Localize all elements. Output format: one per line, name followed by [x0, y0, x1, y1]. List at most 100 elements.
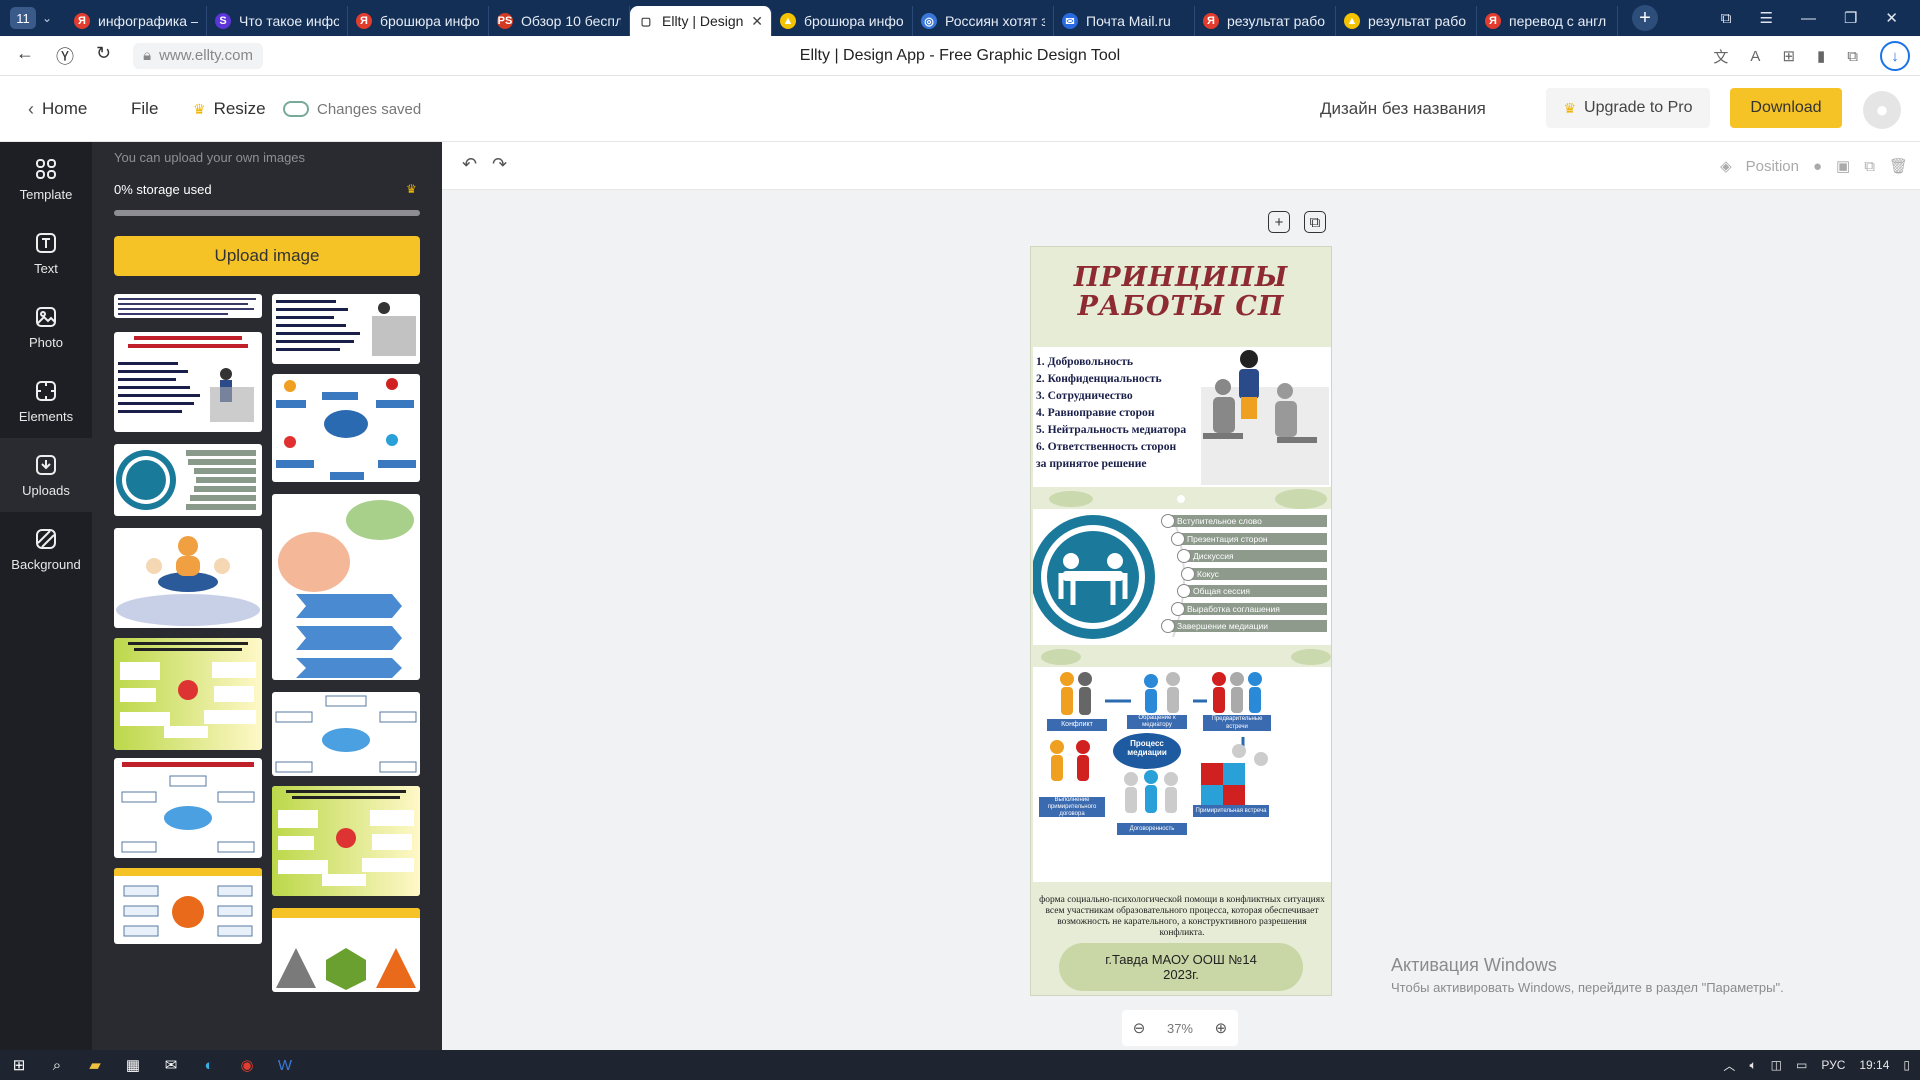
uploaded-image-service-scheme[interactable]	[272, 692, 420, 776]
zoom-in-icon[interactable]: ⊕	[1215, 1019, 1228, 1037]
position-button[interactable]: Position	[1746, 158, 1799, 175]
uploaded-image-round-table[interactable]	[114, 528, 262, 628]
uploaded-image-when-to-apply[interactable]	[114, 638, 262, 750]
duplicate-icon[interactable]: ⧉	[1864, 158, 1875, 175]
tray-chevron-icon[interactable]: ︿	[1723, 1057, 1735, 1074]
network-icon[interactable]: ◫	[1771, 1058, 1782, 1072]
undo-icon[interactable]: ↶	[462, 154, 477, 175]
extensions-icon[interactable]: ⊞	[1782, 47, 1795, 65]
download-button[interactable]: Download	[1730, 88, 1842, 128]
upload-image-button[interactable]: Upload image	[114, 236, 420, 276]
browser-tab[interactable]: ✉ Почта Mail.ru	[1054, 6, 1195, 36]
reader-icon[interactable]: A	[1750, 48, 1760, 65]
grid-icon	[36, 158, 56, 179]
uploaded-image-what-is-service[interactable]	[272, 494, 420, 680]
uploaded-image-if-apply[interactable]	[114, 868, 262, 944]
stage-bullet-icon	[1181, 566, 1195, 581]
browser-tab[interactable]: PS Обзор 10 беспл	[489, 6, 630, 36]
browser-tab[interactable]: ▢ Ellty | Design ✕	[630, 6, 772, 36]
close-window-icon[interactable]: ✕	[1885, 9, 1898, 27]
rail-item-photo[interactable]: Photo	[0, 290, 92, 364]
restore-icon[interactable]: ❐	[1844, 9, 1857, 27]
home-link[interactable]: ‹ Home	[28, 76, 87, 142]
layers-icon[interactable]: ◈	[1720, 157, 1732, 175]
browser-tab[interactable]: Яперевод с англ	[1477, 6, 1618, 36]
uploaded-image-principles-list[interactable]	[272, 294, 420, 364]
clock[interactable]: 19:14	[1859, 1058, 1889, 1072]
rail-item-elements[interactable]: Elements	[0, 364, 92, 438]
browser-tab[interactable]: S Что такое инфо	[207, 6, 348, 36]
volume-icon[interactable]: 🔈︎	[1749, 1058, 1756, 1073]
stage-bullet-icon	[1171, 601, 1185, 616]
word-icon[interactable]: W	[266, 1050, 304, 1080]
add-page-icon[interactable]: +	[1268, 211, 1290, 233]
browser-tab[interactable]: Яинфографика –	[66, 6, 207, 36]
tab-title: Почта Mail.ru	[1086, 13, 1171, 29]
design-page[interactable]: ПРИНЦИПЫ РАБОТЫ СП 1. Добровольность 2. …	[1030, 246, 1332, 996]
mediation-stages-image[interactable]: Вступительное слово Презентация сторон Дис…	[1033, 509, 1331, 645]
design-title[interactable]: ПРИНЦИПЫ РАБОТЫ СП	[1031, 263, 1331, 321]
uploaded-image-when-to-apply-alt[interactable]	[272, 786, 420, 896]
store-icon[interactable]: ▦	[114, 1050, 152, 1080]
notifications-icon[interactable]: ▯	[1903, 1058, 1910, 1072]
url-field[interactable]: 🔒︎ www.ellty.com	[133, 42, 263, 69]
tab-count-badge[interactable]: 11	[10, 7, 36, 29]
zoom-out-icon[interactable]: ⊖	[1133, 1019, 1146, 1037]
yandex-browser-icon[interactable]: ◉	[228, 1050, 266, 1080]
browser-tab[interactable]: ▲ брошюра инфо	[772, 6, 913, 36]
file-menu[interactable]: File	[131, 76, 158, 142]
yandex-icon[interactable]: Ⓨ	[56, 43, 74, 69]
opacity-icon[interactable]: ●	[1813, 158, 1822, 175]
avatar[interactable]: ●	[1863, 91, 1901, 129]
delete-icon[interactable]: 🗑︎	[1889, 157, 1908, 175]
new-tab-button[interactable]: +	[1632, 5, 1658, 31]
background-icon	[36, 528, 56, 549]
back-icon[interactable]: ←	[16, 43, 34, 69]
service-description[interactable]: форма социально-психологической помощи в…	[1037, 895, 1327, 939]
rail-item-uploads[interactable]: Uploads	[0, 438, 92, 512]
duplicate-page-icon[interactable]: ⧉	[1304, 211, 1326, 233]
edge-icon[interactable]: ◐	[190, 1050, 228, 1080]
uploaded-image-participants[interactable]	[272, 908, 420, 992]
start-icon[interactable]: ⊞	[0, 1050, 38, 1080]
uploaded-image-principles[interactable]	[114, 332, 262, 432]
battery-icon[interactable]: ▭	[1796, 1058, 1807, 1072]
language-indicator[interactable]: РУС	[1821, 1058, 1845, 1072]
redo-icon[interactable]: ↷	[492, 154, 507, 175]
downloads-icon[interactable]: ↓	[1880, 41, 1910, 71]
mediation-process-image[interactable]: Процесс медиации Конфликт Обращение к ме…	[1033, 667, 1331, 882]
resize-button[interactable]: ♛ Resize	[193, 76, 266, 142]
rail-label: Elements	[18, 408, 74, 424]
menu-icon[interactable]: ☰	[1760, 9, 1773, 27]
design-name[interactable]: Дизайн без названия	[1320, 76, 1486, 142]
browser-tab[interactable]: Яброшюра инфо	[348, 6, 489, 36]
uploaded-image-mediation-stages[interactable]	[114, 444, 262, 516]
school-footer[interactable]: г.Тавда МАОУ ООШ №14 2023г.	[1059, 943, 1303, 991]
translate-icon[interactable]: 文	[1713, 46, 1728, 67]
uploaded-image-description-text[interactable]	[114, 294, 262, 318]
close-tab-icon[interactable]: ✕	[751, 13, 763, 30]
principles-image[interactable]: 1. Добровольность 2. Конфиденциальность …	[1033, 347, 1331, 487]
rail-item-text[interactable]: Text	[0, 216, 92, 290]
collections-icon[interactable]: ⧉	[1721, 10, 1732, 27]
browser-tab[interactable]: Ярезультат рабо	[1195, 6, 1336, 36]
uploaded-image-school-service-map[interactable]	[114, 758, 262, 858]
search-icon[interactable]: ⌕	[38, 1050, 76, 1080]
file-explorer-icon[interactable]: ▰	[76, 1050, 114, 1080]
browser-tab[interactable]: ▲ результат рабо	[1336, 6, 1477, 36]
minimize-icon[interactable]: —	[1801, 10, 1816, 27]
bookmark-icon[interactable]: ▮	[1817, 47, 1825, 65]
upgrade-button[interactable]: ♛ Upgrade to Pro	[1546, 88, 1710, 128]
browser-tab[interactable]: ◎ Россиян хотят з	[913, 6, 1054, 36]
chevron-down-icon[interactable]: ⌄	[42, 11, 52, 25]
lock-icon[interactable]: ▣	[1836, 157, 1850, 175]
reload-icon[interactable]: ↻	[96, 43, 111, 69]
uploaded-image-mediation-process[interactable]	[272, 374, 420, 482]
collections-button-icon[interactable]: ⧉	[1847, 48, 1858, 65]
mail-icon[interactable]: ✉	[152, 1050, 190, 1080]
zoom-level[interactable]: 37%	[1167, 1021, 1193, 1036]
rail-item-template[interactable]: Template	[0, 142, 92, 216]
rail-item-background[interactable]: Background	[0, 512, 92, 586]
crown-icon: ♛	[1563, 99, 1577, 116]
tab-switcher[interactable]: 11 ⌄	[0, 0, 66, 36]
